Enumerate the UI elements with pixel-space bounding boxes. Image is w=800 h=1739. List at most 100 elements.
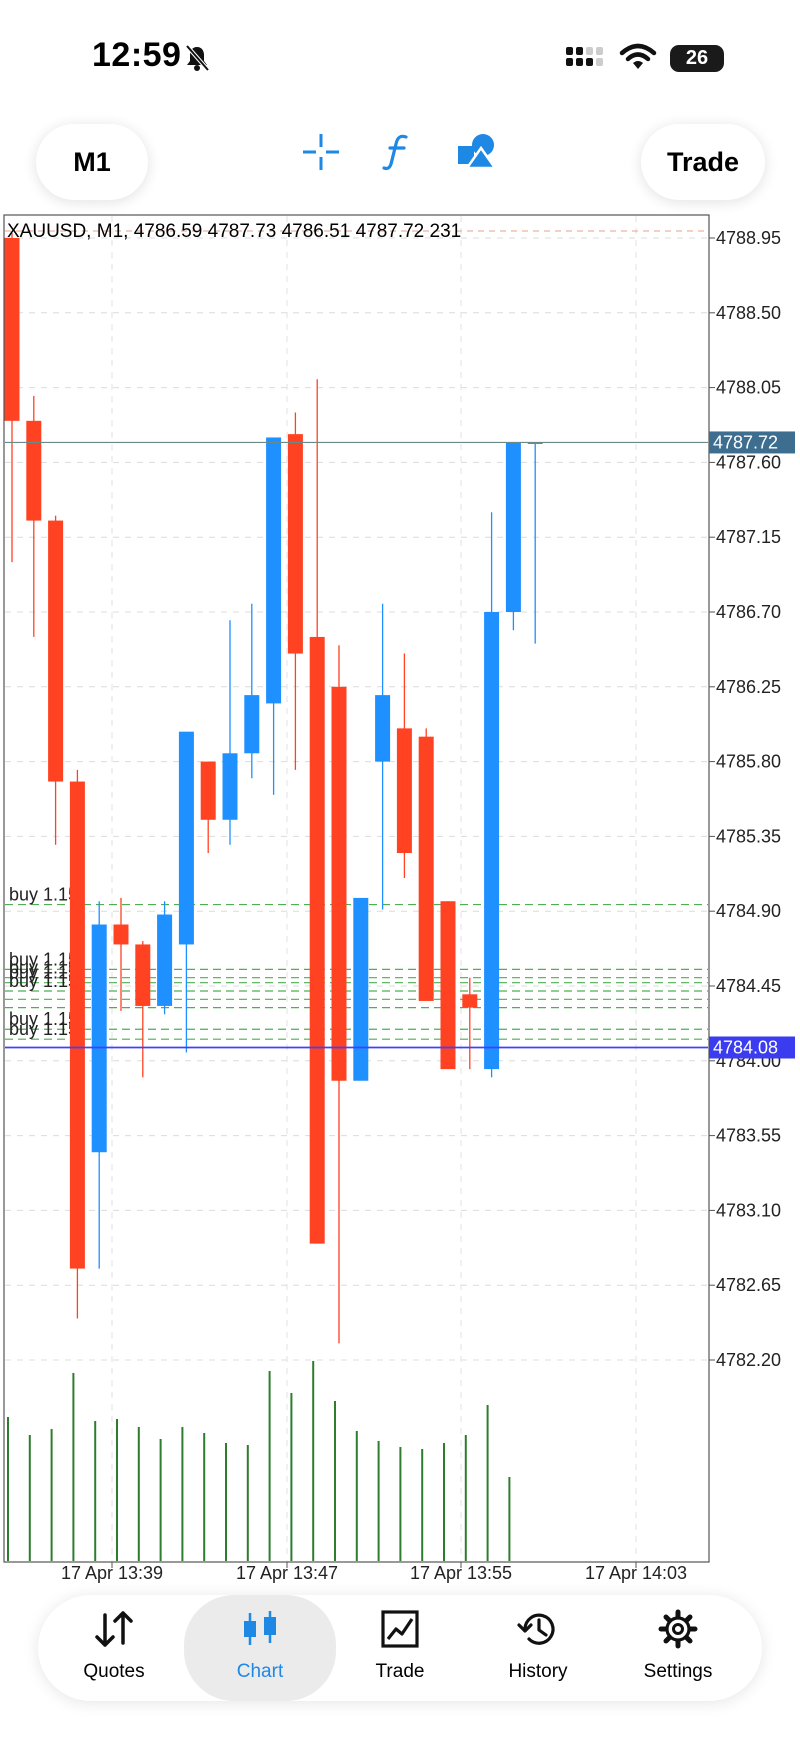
candle-body	[244, 695, 260, 754]
candle	[4, 233, 20, 563]
candle	[287, 412, 303, 770]
price-tick-label: 4788.50	[716, 303, 781, 323]
time-tick-label: 17 Apr 14:03	[585, 1563, 687, 1583]
candle	[91, 901, 107, 1269]
battery-indicator: 26	[670, 45, 724, 72]
chart-grid	[5, 216, 708, 1561]
candle-body	[69, 781, 85, 1269]
candle	[48, 515, 64, 845]
candle	[113, 897, 129, 1011]
price-tick-label: 4783.10	[716, 1200, 781, 1220]
price-tick-label: 4782.65	[716, 1275, 781, 1295]
nav-label-history: History	[508, 1661, 568, 1682]
nav-label-settings: Settings	[643, 1661, 713, 1682]
nav-label-quotes: Quotes	[83, 1661, 145, 1682]
status-bar: 12:59 26	[0, 0, 800, 110]
chart-toolbar: M1 Trade	[0, 110, 800, 210]
candle	[222, 620, 238, 845]
bid-price-label: 4784.08	[713, 1038, 778, 1058]
time-tick-label: 17 Apr 13:39	[61, 1563, 163, 1583]
candle-body	[91, 924, 107, 1153]
price-tick-label: 4782.20	[716, 1350, 781, 1370]
candle	[375, 603, 391, 910]
price-tick-label: 4786.25	[716, 677, 781, 697]
bell-off-icon	[185, 44, 210, 72]
nav-trade[interactable]: Trade	[324, 1595, 476, 1701]
price-tick-label: 4786.70	[716, 602, 781, 622]
candle	[331, 645, 347, 1344]
price-tick-label: 4785.35	[716, 826, 781, 846]
signal-icon	[566, 47, 603, 66]
bottom-navigation: Quotes Chart Trade History Settings	[38, 1595, 762, 1701]
time-tick-label: 17 Apr 13:55	[410, 1563, 512, 1583]
price-tick-label: 4787.15	[716, 527, 781, 547]
price-tick-label: 4788.95	[716, 228, 781, 248]
nav-history[interactable]: History	[462, 1595, 614, 1701]
candle-body	[440, 901, 456, 1070]
wifi-icon	[619, 43, 657, 69]
objects-icon[interactable]	[457, 132, 499, 172]
nav-settings[interactable]: Settings	[602, 1595, 754, 1701]
candle-body	[418, 736, 434, 1001]
candle	[69, 769, 85, 1319]
candle-body	[353, 897, 369, 1081]
candle-body	[178, 731, 194, 945]
trade-button[interactable]: Trade	[641, 124, 765, 200]
candle-body	[287, 434, 303, 654]
candle-body	[331, 686, 347, 1081]
candle	[505, 442, 521, 631]
candle	[244, 603, 260, 779]
candle-body	[222, 753, 238, 820]
chart-icon	[244, 1611, 276, 1645]
candle	[353, 897, 369, 1081]
status-time: 12:59	[92, 36, 182, 74]
candle	[440, 901, 456, 1070]
candles	[4, 233, 543, 1344]
candle-body	[396, 728, 412, 854]
price-tick-label: 4788.05	[716, 378, 781, 398]
nav-quotes[interactable]: Quotes	[38, 1595, 190, 1701]
candle-body	[505, 442, 521, 612]
chart-header: XAUUSD, M1, 4786.59 4787.73 4786.51 4787…	[7, 221, 461, 242]
indicators-icon[interactable]	[380, 132, 414, 172]
candle	[178, 731, 194, 1053]
price-tick-label: 4784.45	[716, 976, 781, 996]
crosshair-icon[interactable]	[301, 132, 341, 172]
price-tick-label: 4784.90	[716, 901, 781, 921]
price-tick-label: 4787.60	[716, 452, 781, 472]
candle-body	[157, 914, 173, 1006]
candle-body	[4, 238, 20, 421]
order-label: buy 1.15	[9, 1019, 78, 1039]
candle-body	[113, 924, 129, 945]
quotes-icon	[95, 1611, 133, 1647]
nav-label-chart: Chart	[236, 1661, 284, 1682]
price-tick-label: 4783.55	[716, 1126, 781, 1146]
candle-body	[462, 994, 478, 1008]
time-axis: 17 Apr 13:39 17 Apr 13:47 17 Apr 13:55 17 A…	[61, 1562, 687, 1583]
candle-body	[484, 612, 500, 1070]
candle	[157, 901, 173, 1015]
order-label: buy 1.15	[9, 971, 78, 991]
candle-body	[135, 944, 151, 1006]
candle	[266, 437, 282, 795]
candle	[418, 728, 434, 1001]
candle-body	[375, 695, 391, 762]
candle	[135, 941, 151, 1078]
price-tick-label: 4785.80	[716, 752, 781, 772]
order-label: buy 1.15	[9, 885, 78, 905]
candle-body	[266, 437, 282, 704]
candle	[484, 512, 500, 1078]
candle	[309, 379, 325, 1244]
candle	[527, 442, 543, 644]
timeframe-button[interactable]: M1	[36, 124, 148, 200]
trade-icon	[381, 1610, 419, 1648]
time-tick-label: 17 Apr 13:47	[236, 1563, 338, 1583]
current-price-label: 4787.72	[713, 432, 778, 452]
candle-body	[309, 636, 325, 1244]
candle	[26, 395, 42, 637]
history-icon	[517, 1613, 555, 1645]
nav-chart[interactable]: Chart	[184, 1595, 336, 1701]
volume-bars	[7, 1361, 511, 1561]
price-chart[interactable]: buy 1.15buy 1.15buy 1.15buy 1.15buy 1.15…	[0, 212, 800, 1587]
candle	[396, 653, 412, 878]
